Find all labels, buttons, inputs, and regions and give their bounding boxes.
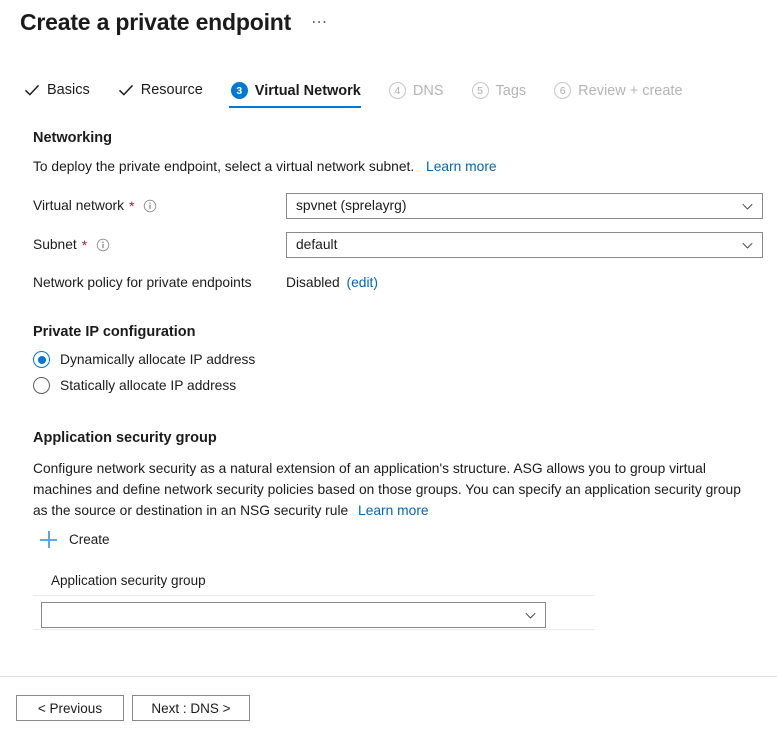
tab-label: Basics [47, 82, 90, 98]
radio-label: Dynamically allocate IP address [60, 352, 256, 367]
subnet-label: Subnet * [33, 237, 110, 252]
networking-description-text: To deploy the private endpoint, select a… [33, 159, 415, 174]
asg-grid-column-header: Application security group [51, 573, 206, 588]
virtual-network-label: Virtual network * [33, 198, 157, 213]
asg-select[interactable] [41, 602, 546, 628]
tab-label: Review + create [578, 82, 683, 99]
networking-heading: Networking [33, 130, 112, 146]
check-icon [24, 84, 40, 96]
info-icon[interactable] [143, 199, 157, 213]
tab-label: DNS [412, 82, 444, 99]
network-policy-value: Disabled [286, 275, 340, 290]
step-number-badge: 6 [554, 82, 572, 99]
tab-label: Resource [140, 82, 203, 98]
radio-label: Statically allocate IP address [60, 378, 237, 393]
plus-icon [40, 531, 57, 548]
tab-review-create[interactable]: 6 Review + create [552, 82, 696, 108]
virtual-network-label-text: Virtual network [33, 198, 125, 213]
chevron-down-icon [742, 242, 753, 249]
chevron-down-icon [742, 203, 753, 210]
page-header: Create a private endpoint ⋯ [20, 6, 332, 38]
asg-description: Configure network security as a natural … [33, 458, 759, 521]
next-button[interactable]: Next : DNS > [132, 695, 250, 721]
page-title: Create a private endpoint [20, 9, 292, 35]
radio-static-ip[interactable]: Statically allocate IP address [33, 377, 236, 394]
previous-button[interactable]: < Previous [16, 695, 124, 721]
step-number-badge: 3 [230, 82, 248, 99]
networking-learn-more-link[interactable]: Learn more [426, 159, 497, 174]
asg-learn-more-link[interactable]: Learn more [358, 503, 429, 518]
tab-tags[interactable]: 5 Tags [470, 82, 541, 108]
network-policy-label: Network policy for private endpoints [33, 275, 252, 290]
step-number-badge: 4 [388, 82, 406, 99]
create-asg-button[interactable]: Create [40, 531, 110, 548]
subnet-select[interactable]: default [286, 232, 763, 258]
virtual-network-select[interactable]: spvnet (sprelayrg) [286, 193, 763, 219]
virtual-network-value: spvnet (sprelayrg) [296, 198, 407, 213]
radio-indicator [33, 351, 50, 368]
info-icon[interactable] [96, 238, 110, 252]
asg-grid-header-divider [33, 595, 595, 596]
radio-indicator [33, 377, 50, 394]
tab-basics[interactable]: Basics [22, 82, 104, 107]
more-options-icon[interactable]: ⋯ [307, 15, 332, 31]
private-ip-heading: Private IP configuration [33, 324, 196, 340]
footer-divider [0, 676, 777, 677]
tab-dns[interactable]: 4 DNS [387, 82, 458, 108]
required-indicator: * [129, 197, 135, 214]
step-number-badge: 5 [471, 82, 489, 99]
asg-heading: Application security group [33, 430, 217, 446]
subnet-value: default [296, 237, 338, 252]
radio-dynamic-ip[interactable]: Dynamically allocate IP address [33, 351, 255, 368]
network-policy-edit-link[interactable]: (edit) [347, 275, 378, 290]
wizard-tabs: Basics Resource 3 Virtual Network 4 DNS … [22, 82, 709, 108]
tab-label: Virtual Network [254, 82, 361, 99]
required-indicator: * [81, 236, 88, 253]
asg-grid-row-divider [33, 629, 595, 630]
network-policy-value-group: Disabled (edit) [286, 275, 378, 290]
network-policy-label-text: Network policy for private endpoints [33, 275, 252, 290]
create-asg-label: Create [69, 532, 110, 547]
tab-label: Tags [495, 82, 527, 99]
tab-virtual-network[interactable]: 3 Virtual Network [228, 82, 375, 108]
tab-resource[interactable]: Resource [116, 82, 217, 107]
networking-description: To deploy the private endpoint, select a… [33, 156, 497, 177]
chevron-down-icon [525, 612, 536, 619]
check-icon [118, 84, 133, 96]
subnet-label-text: Subnet [33, 237, 77, 252]
